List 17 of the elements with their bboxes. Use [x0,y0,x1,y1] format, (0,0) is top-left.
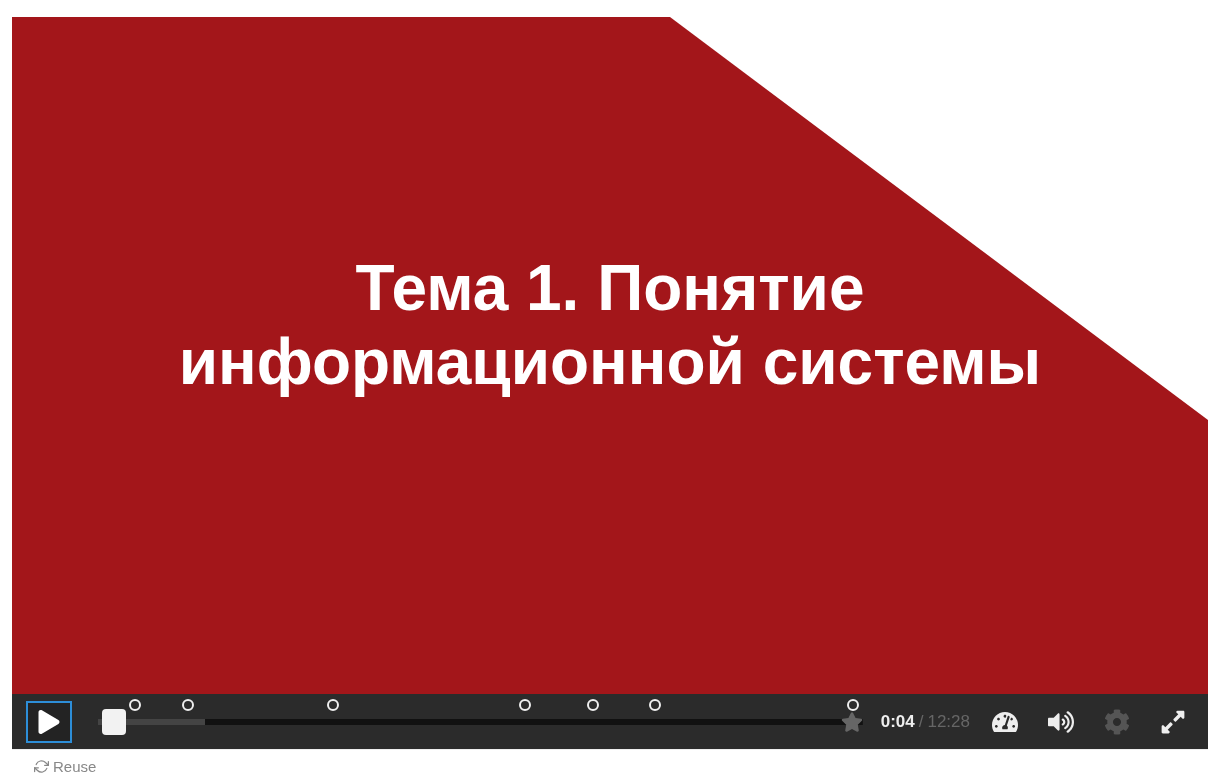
marker-icon[interactable] [648,698,661,711]
play-button[interactable] [26,700,72,743]
reuse-button[interactable]: Reuse [34,757,97,775]
marker-icon[interactable] [518,698,531,711]
time-separator: / [918,711,924,732]
progress-thumb[interactable] [101,708,126,735]
refresh-icon [34,758,49,774]
duration: 12:28 [927,711,970,732]
marker-icon[interactable] [847,698,860,711]
marker-icon[interactable] [587,698,600,711]
marker-icon[interactable] [182,698,195,711]
slide-title: Тема 1. Понятие информационной системы [177,251,1043,400]
marker-icon[interactable] [128,698,141,711]
marker-icon[interactable] [327,698,340,711]
play-icon [37,709,61,734]
current-time: 0:04 [880,711,915,732]
star-icon[interactable] [840,710,863,733]
